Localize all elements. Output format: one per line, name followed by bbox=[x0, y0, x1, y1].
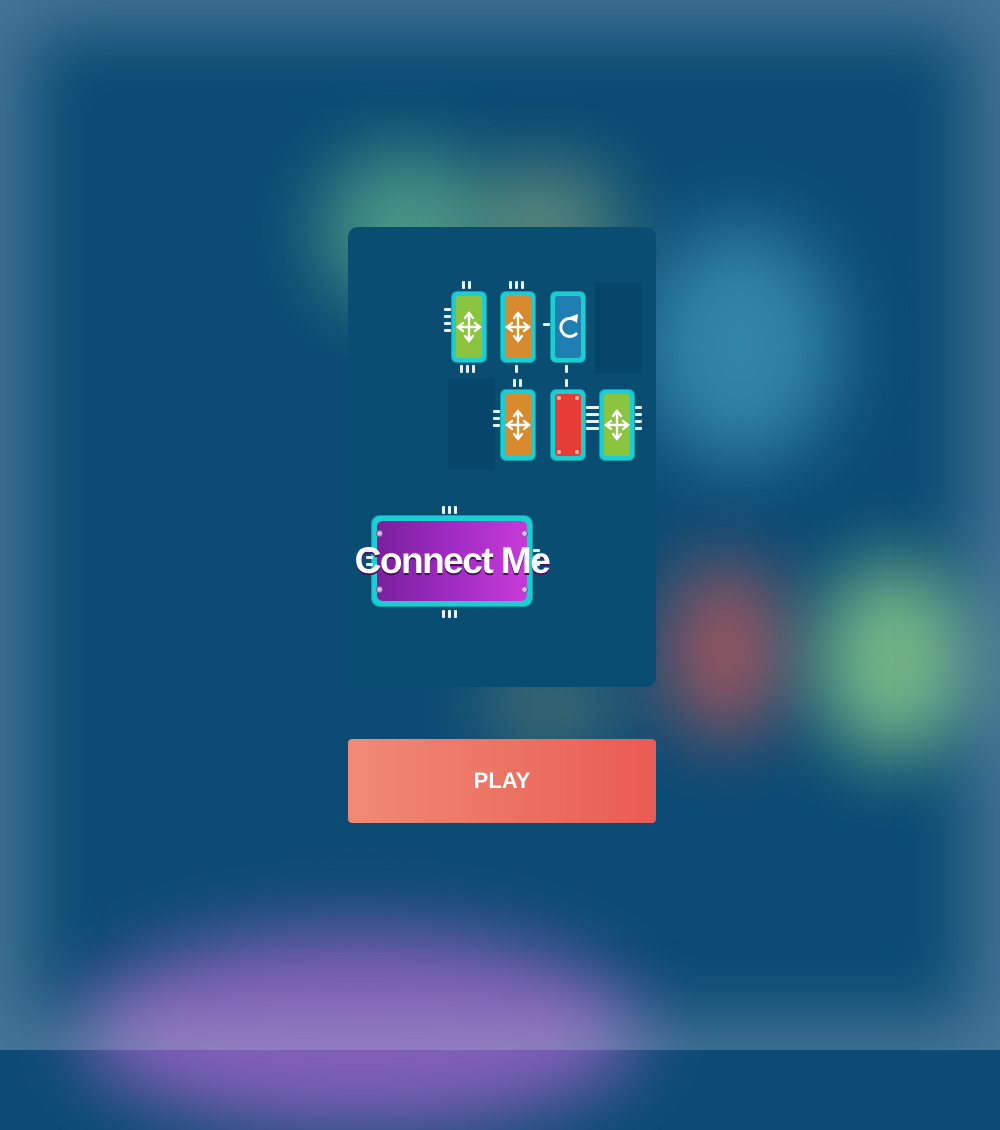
four-way-arrows-icon bbox=[604, 409, 630, 441]
tile-core bbox=[505, 394, 531, 456]
logo-inner: Connect Me bbox=[355, 521, 551, 601]
tile-core bbox=[505, 296, 531, 358]
tile-free-move[interactable] bbox=[501, 281, 535, 373]
logo-pins-top bbox=[442, 506, 457, 514]
grid-cell-empty bbox=[448, 378, 495, 470]
logo-pins-bottom bbox=[442, 610, 457, 618]
tile-pins-bottom bbox=[515, 365, 518, 373]
game-logo: Connect Me bbox=[355, 506, 551, 618]
tile-core bbox=[456, 296, 482, 358]
rivet bbox=[521, 530, 528, 537]
tile-free-move[interactable] bbox=[592, 390, 642, 460]
tile-pins-left bbox=[543, 323, 550, 326]
tile-pins-top bbox=[509, 281, 524, 289]
four-way-arrows-icon bbox=[505, 409, 531, 441]
tile-rotate[interactable] bbox=[543, 292, 585, 373]
background-glow-red bbox=[665, 560, 785, 740]
tile-pins-right bbox=[635, 406, 642, 430]
tile-core bbox=[555, 394, 581, 456]
logo-plate: Connect Me bbox=[355, 516, 551, 606]
tile-pins-bottom bbox=[565, 365, 568, 373]
tile-fixed[interactable] bbox=[551, 379, 593, 460]
tile-pins-bottom bbox=[460, 365, 475, 373]
tile-core bbox=[604, 394, 630, 456]
tile-pins-left bbox=[444, 308, 451, 332]
tile-pins-top bbox=[513, 379, 522, 387]
rivet bbox=[376, 586, 383, 593]
rivets-icon bbox=[557, 396, 579, 454]
tile-free-move[interactable] bbox=[444, 281, 486, 373]
grid-cell-empty bbox=[595, 282, 642, 374]
tile-pins-left bbox=[592, 406, 599, 430]
four-way-arrows-icon bbox=[456, 311, 482, 343]
rotate-icon bbox=[559, 314, 578, 338]
background-glow-purple bbox=[80, 930, 640, 1130]
tile-pins-left bbox=[493, 410, 500, 427]
rivet bbox=[376, 530, 383, 537]
background-glow-cyan bbox=[640, 225, 840, 465]
logo-pins-left bbox=[366, 549, 373, 566]
background-glow-green-right bbox=[815, 560, 975, 760]
four-way-arrows-icon bbox=[505, 311, 531, 343]
tile-core bbox=[555, 296, 581, 358]
play-button[interactable]: PLAY bbox=[348, 739, 656, 823]
rivet bbox=[521, 586, 528, 593]
logo-pins-right bbox=[533, 549, 540, 566]
tile-free-move[interactable] bbox=[493, 379, 535, 460]
tile-pins-top bbox=[462, 281, 471, 289]
play-button-label: PLAY bbox=[473, 768, 531, 793]
game-title: Connect Me bbox=[354, 540, 551, 581]
tile-pins-top bbox=[565, 379, 568, 387]
